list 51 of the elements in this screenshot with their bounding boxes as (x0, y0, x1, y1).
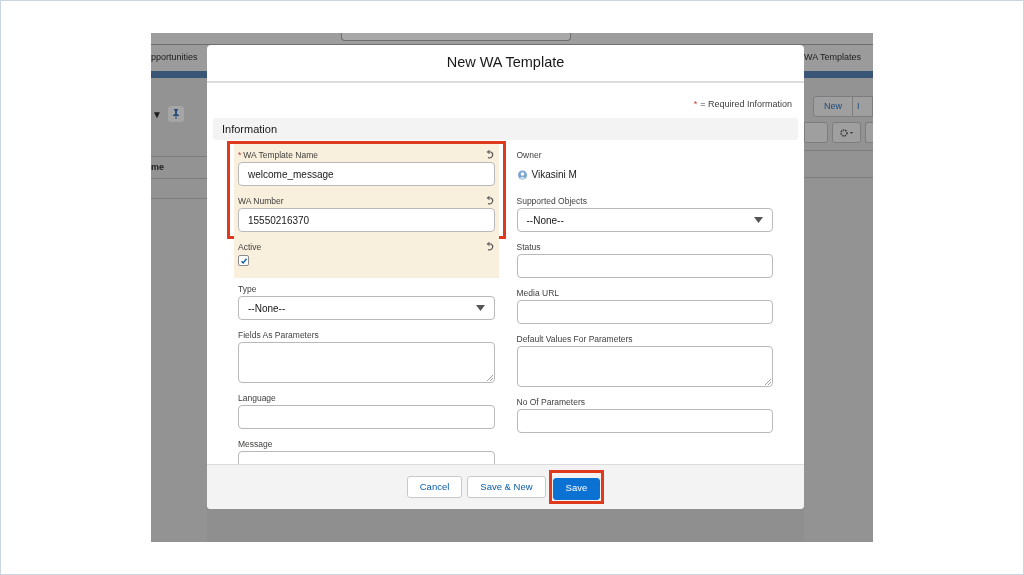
column-header[interactable]: me (151, 160, 164, 175)
toolbar-button[interactable] (865, 122, 873, 143)
new-button[interactable]: New (813, 96, 853, 117)
caret-icon (475, 305, 485, 311)
text-field[interactable] (516, 254, 773, 278)
resize-handle-icon (486, 375, 493, 381)
field-label: No Of Parameters (516, 395, 585, 409)
text-field[interactable] (238, 405, 495, 429)
cut-button[interactable]: I (853, 96, 873, 117)
settings-button[interactable] (832, 122, 861, 143)
resize-handle-icon (765, 379, 771, 385)
owner-name[interactable]: Vikasini M (531, 166, 577, 182)
pin-button[interactable] (167, 106, 184, 122)
secondary-button[interactable]: Save & New (467, 476, 546, 498)
field-label: Default Values For Parameters (516, 332, 633, 346)
undo-icon[interactable] (484, 196, 495, 206)
field-label: Message (238, 437, 273, 451)
field-label: Owner (516, 148, 542, 162)
text-area[interactable] (516, 346, 773, 387)
tab-indicator-bar (151, 71, 207, 78)
section-header: Information (213, 118, 798, 140)
text-field[interactable]: 15550216370 (238, 208, 495, 232)
text-area[interactable] (238, 342, 495, 383)
text-field[interactable] (516, 300, 773, 324)
secondary-button[interactable]: Cancel (406, 476, 463, 498)
checkbox[interactable] (238, 255, 249, 266)
modal-title: New WA Template (446, 53, 565, 73)
pin-icon (172, 109, 179, 119)
text-field[interactable] (804, 122, 828, 143)
field-label: Supported Objects (516, 194, 587, 208)
tab-indicator-bar (804, 71, 873, 78)
select-field[interactable]: --None-- (238, 296, 495, 320)
undo-icon[interactable] (484, 150, 495, 160)
field-label: Status (516, 240, 541, 254)
field-label: WA Number (238, 194, 284, 208)
select-field[interactable]: --None-- (516, 208, 773, 232)
required-note: * = Required Information (693, 98, 792, 111)
field-label: Media URL (516, 286, 560, 300)
field-label: Type (238, 282, 257, 296)
field-label: Fields As Parameters (238, 328, 319, 342)
field-label: * WA Template Name (238, 148, 318, 162)
user-avatar-icon (516, 168, 528, 180)
caret-icon (754, 217, 763, 223)
text-field[interactable] (516, 409, 773, 433)
field-label: Language (238, 391, 276, 405)
field-label: Active (238, 240, 262, 254)
primary-button[interactable]: Save (552, 477, 601, 500)
dropdown-arrow[interactable]: ▼ (152, 106, 162, 122)
settings-icon (839, 128, 854, 137)
text-field[interactable]: welcome_message (238, 162, 495, 186)
undo-icon[interactable] (484, 242, 495, 252)
